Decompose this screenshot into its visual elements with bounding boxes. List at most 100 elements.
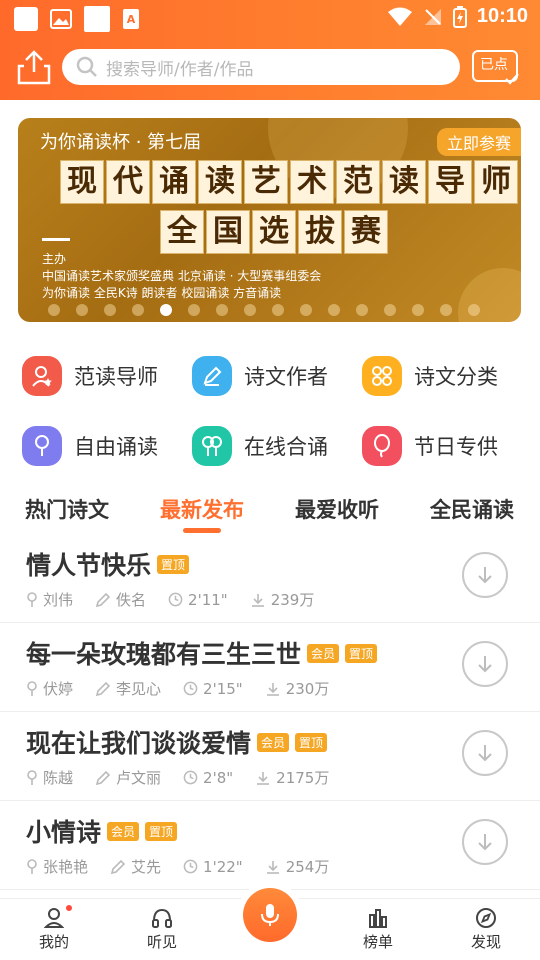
category-festival[interactable]: 节日专供: [362, 426, 498, 466]
promo-banner[interactable]: 为你诵读杯 · 第七届 立即参赛 现代诵读艺术范读导师 全国选拔赛 主办 中国诵…: [18, 118, 521, 322]
carousel-dot[interactable]: [48, 304, 60, 316]
headphones-icon: [152, 908, 172, 928]
banner-title-char: 诵: [152, 160, 196, 204]
checkin-button[interactable]: 已点: [472, 50, 519, 85]
pen-icon: [192, 356, 232, 396]
image-notification-icon: [84, 6, 110, 32]
duration-value: 1'22": [203, 857, 243, 876]
category-teacher[interactable]: 范读导师: [22, 356, 158, 396]
microphone-icon: [22, 426, 62, 466]
banner-title-line1: 现代诵读艺术范读导师: [60, 160, 518, 204]
carousel-dot[interactable]: [440, 304, 452, 316]
category-free-reading[interactable]: 自由诵读: [22, 426, 158, 466]
top-bar: A 10:10 搜索导师/作者/作品 已点: [0, 0, 540, 100]
banner-title-char: 现: [60, 160, 104, 204]
carousel-dot[interactable]: [76, 304, 88, 316]
list-item[interactable]: 情人节快乐 置顶 刘伟 佚名 2'11" 239万: [0, 534, 540, 623]
download-button[interactable]: [462, 641, 508, 687]
carousel-dot[interactable]: [244, 304, 256, 316]
battery-charging-icon: [452, 5, 467, 28]
category-author[interactable]: 诗文作者: [192, 356, 328, 396]
tab-favorite[interactable]: 最爱收听: [295, 494, 379, 524]
downloads-count: 230万: [285, 680, 330, 698]
category-classification[interactable]: 诗文分类: [362, 356, 498, 396]
pen-small-icon: [95, 592, 111, 607]
clock: 10:10: [476, 5, 528, 27]
pen-small-icon: [95, 681, 111, 696]
list-item[interactable]: 每一朵玫瑰都有三生三世 会员 置顶 伏婷 李见心 2'15" 230万: [0, 623, 540, 712]
carousel-dot[interactable]: [300, 304, 312, 316]
carousel-dot[interactable]: [328, 304, 340, 316]
mic-small-icon: [27, 858, 37, 874]
badge: 会员: [307, 643, 340, 663]
carousel-dot[interactable]: [188, 304, 200, 316]
header: 搜索导师/作者/作品 已点: [0, 46, 540, 90]
badge: 会员: [257, 732, 290, 752]
duration: 2'11": [168, 591, 228, 609]
downloads: 230万: [265, 678, 330, 699]
compass-icon: [476, 908, 496, 928]
join-now-button[interactable]: 立即参赛: [436, 128, 521, 156]
carousel-dot[interactable]: [216, 304, 228, 316]
reader-name: 伏婷: [43, 680, 74, 698]
category-label: 自由诵读: [74, 435, 158, 459]
banner-title-char: 拔: [298, 210, 342, 254]
carousel-dot[interactable]: [272, 304, 284, 316]
download-arrow-icon: [478, 656, 492, 673]
download-arrow-icon: [478, 567, 492, 584]
list-item[interactable]: 小情诗 会员 置顶 张艳艳 艾先 1'22" 254万: [0, 801, 540, 890]
banner-title-char: 导: [428, 160, 472, 204]
list-item[interactable]: 现在让我们谈谈爱情 会员 置顶 陈越 卢文丽 2'8" 2175万: [0, 712, 540, 801]
nav-mine[interactable]: 我的: [24, 905, 84, 952]
downloads: 254万: [265, 856, 329, 877]
duration: 1'22": [183, 858, 243, 876]
share-icon[interactable]: [16, 48, 52, 86]
banner-title-line2: 全国选拔赛: [160, 210, 388, 254]
nav-label: 榜单: [362, 933, 393, 951]
tab-hot[interactable]: 热门诗文: [25, 494, 109, 524]
author: 艾先: [110, 856, 161, 877]
nav-label: 发现: [470, 933, 501, 951]
carousel-dot[interactable]: [160, 304, 172, 316]
banner-title-char: 术: [290, 160, 334, 204]
download-arrow-icon: [478, 745, 492, 762]
carousel-dot[interactable]: [384, 304, 396, 316]
microphone-icon: [261, 904, 279, 926]
checkin-label: 已点: [480, 57, 508, 73]
banner-divider: [42, 238, 70, 241]
carousel-dot[interactable]: [468, 304, 480, 316]
banner-title-char: 艺: [244, 160, 288, 204]
download-button[interactable]: [462, 819, 508, 865]
badge: 置顶: [295, 732, 328, 752]
tab-latest[interactable]: 最新发布: [160, 494, 244, 524]
notification-dot: [66, 905, 72, 911]
nav-discover[interactable]: 发现: [456, 907, 516, 952]
category-label: 诗文分类: [414, 365, 498, 389]
nav-listen[interactable]: 听见: [132, 907, 192, 952]
carousel-dot[interactable]: [412, 304, 424, 316]
search-bar[interactable]: 搜索导师/作者/作品: [62, 49, 460, 85]
duration-value: 2'15": [203, 679, 243, 698]
status-bar: A 10:10: [0, 0, 540, 36]
carousel-indicator[interactable]: [48, 304, 480, 316]
banner-title-char: 选: [252, 210, 296, 254]
carousel-dot[interactable]: [132, 304, 144, 316]
author: 佚名: [95, 589, 146, 610]
author-name: 卢文丽: [116, 769, 162, 787]
download-button[interactable]: [462, 730, 508, 776]
item-title: 情人节快乐: [26, 551, 152, 580]
pen-small-icon: [95, 770, 111, 785]
category-label: 范读导师: [74, 365, 158, 389]
category-label: 诗文作者: [244, 365, 328, 389]
category-online-chorus[interactable]: 在线合诵: [192, 426, 328, 466]
badge: 会员: [107, 821, 140, 841]
balloon-icon: [362, 426, 402, 466]
carousel-dot[interactable]: [356, 304, 368, 316]
duration: 2'15": [183, 680, 243, 698]
reader: 陈越: [26, 767, 73, 788]
tab-everyone[interactable]: 全民诵读: [430, 494, 514, 524]
nav-ranking[interactable]: 榜单: [348, 907, 408, 952]
carousel-dot[interactable]: [104, 304, 116, 316]
record-button[interactable]: [243, 888, 297, 942]
download-button[interactable]: [462, 552, 508, 598]
